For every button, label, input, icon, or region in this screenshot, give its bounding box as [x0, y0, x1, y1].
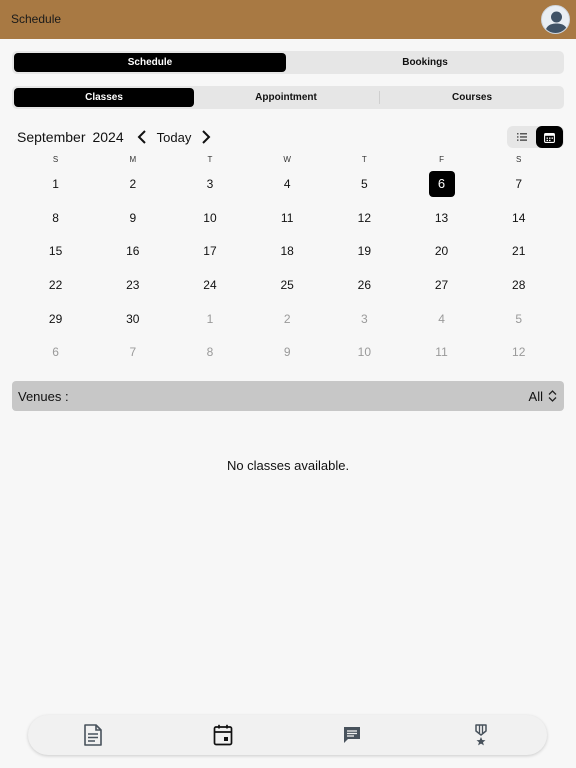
- calendar-week: 22 23 24 25 26 27 28: [17, 268, 557, 302]
- nav-schedule-button[interactable]: [211, 723, 235, 747]
- calendar-day-next-month[interactable]: 7: [94, 335, 171, 369]
- weekday-label: T: [361, 155, 367, 164]
- app-header: Schedule: [0, 0, 576, 39]
- calendar-day[interactable]: 16: [94, 234, 171, 268]
- calendar-week: 1 2 3 4 5 6 7: [17, 167, 557, 201]
- calendar-day[interactable]: 24: [171, 268, 248, 302]
- calendar-day[interactable]: 1: [17, 167, 94, 201]
- calendar-day[interactable]: 4: [249, 167, 326, 201]
- calendar-day[interactable]: 11: [249, 201, 326, 235]
- today-button[interactable]: Today: [157, 130, 192, 145]
- calendar-day[interactable]: 15: [17, 234, 94, 268]
- calendar-day[interactable]: 3: [171, 167, 248, 201]
- calendar-day-next-month[interactable]: 10: [326, 335, 403, 369]
- weekday-label: T: [207, 155, 213, 164]
- calendar-day-next-month[interactable]: 1: [171, 302, 248, 336]
- calendar-day-next-month[interactable]: 12: [480, 335, 557, 369]
- calendar-day[interactable]: 25: [249, 268, 326, 302]
- calendar-day[interactable]: 5: [326, 167, 403, 201]
- weekday-label: F: [439, 155, 444, 164]
- calendar-day[interactable]: 10: [171, 201, 248, 235]
- tab-divider: [379, 91, 380, 104]
- nav-documents-button[interactable]: [81, 723, 105, 747]
- venues-value: All: [528, 389, 543, 404]
- nav-achievements-button[interactable]: [469, 723, 493, 747]
- calendar-day[interactable]: 12: [326, 201, 403, 235]
- calendar-day[interactable]: 17: [171, 234, 248, 268]
- list-view-icon: [516, 133, 527, 141]
- weekday-label: S: [52, 155, 59, 164]
- venues-label: Venues :: [18, 389, 69, 404]
- class-type-tabs: Classes Appointment Courses: [12, 86, 564, 109]
- calendar-day[interactable]: 26: [326, 268, 403, 302]
- medal-icon: [475, 724, 487, 746]
- calendar-day[interactable]: 9: [94, 201, 171, 235]
- calendar-day[interactable]: 18: [249, 234, 326, 268]
- calendar-week: 8 9 10 11 12 13 14: [17, 201, 557, 235]
- calendar-view-icon: [544, 132, 555, 143]
- calendar-day[interactable]: 29: [17, 302, 94, 336]
- chat-icon: [344, 727, 360, 743]
- calendar-icon: [213, 724, 233, 746]
- page-title: Schedule: [11, 12, 62, 26]
- user-avatar-icon[interactable]: [541, 5, 570, 34]
- document-icon: [84, 724, 102, 746]
- calendar-day[interactable]: 28: [480, 268, 557, 302]
- month-calendar: S M T W T F S 1 2 3 4 5 6 7 8 9 10 11 12…: [17, 153, 557, 369]
- calendar-day[interactable]: 22: [17, 268, 94, 302]
- calendar-day[interactable]: 2: [94, 167, 171, 201]
- calendar-day[interactable]: 7: [480, 167, 557, 201]
- chevron-right-icon: [202, 130, 211, 144]
- calendar-day[interactable]: 23: [94, 268, 171, 302]
- calendar-day-next-month[interactable]: 9: [249, 335, 326, 369]
- calendar-day-next-month[interactable]: 3: [326, 302, 403, 336]
- calendar-day-next-month[interactable]: 8: [171, 335, 248, 369]
- calendar-day[interactable]: 21: [480, 234, 557, 268]
- tab-courses[interactable]: Courses: [382, 88, 562, 107]
- weekday-label: W: [283, 155, 291, 164]
- tab-bookings[interactable]: Bookings: [288, 53, 562, 72]
- tab-schedule[interactable]: Schedule: [14, 53, 286, 72]
- chevron-up-down-icon: [548, 390, 557, 402]
- tab-classes[interactable]: Classes: [14, 88, 194, 107]
- calendar-week: 6 7 8 9 10 11 12: [17, 335, 557, 369]
- weekday-label: S: [516, 155, 522, 164]
- view-mode-toggle: [507, 126, 564, 148]
- chevron-left-icon: [137, 130, 146, 144]
- weekday-header: S M T W T F S: [17, 153, 557, 167]
- bottom-navigation: [28, 715, 547, 755]
- calendar-day-next-month[interactable]: 11: [403, 335, 480, 369]
- month-navigator: September 2024 Today: [17, 126, 215, 148]
- calendar-day[interactable]: 13: [403, 201, 480, 235]
- weekday-label: M: [129, 155, 137, 164]
- calendar-day[interactable]: 30: [94, 302, 171, 336]
- next-month-button[interactable]: [197, 128, 215, 146]
- calendar-day-next-month[interactable]: 2: [249, 302, 326, 336]
- calendar-day[interactable]: 20: [403, 234, 480, 268]
- tab-appointment[interactable]: Appointment: [196, 88, 376, 107]
- calendar-day[interactable]: 19: [326, 234, 403, 268]
- calendar-day[interactable]: 8: [17, 201, 94, 235]
- nav-messages-button[interactable]: [340, 723, 364, 747]
- calendar-week: 15 16 17 18 19 20 21: [17, 234, 557, 268]
- calendar-day[interactable]: 27: [403, 268, 480, 302]
- calendar-day-selected[interactable]: 6: [403, 167, 480, 201]
- empty-state-message: No classes available.: [226, 458, 350, 473]
- calendar-day-next-month[interactable]: 5: [480, 302, 557, 336]
- calendar-day-next-month[interactable]: 6: [17, 335, 94, 369]
- calendar-view-button[interactable]: [536, 126, 563, 148]
- calendar-week: 29 30 1 2 3 4 5: [17, 302, 557, 336]
- calendar-day[interactable]: 14: [480, 201, 557, 235]
- month-label: September: [17, 129, 86, 145]
- year-label: 2024: [92, 129, 124, 145]
- venues-selector[interactable]: Venues : All: [12, 381, 564, 411]
- avatar-silhouette-icon: [545, 11, 568, 33]
- list-view-button[interactable]: [508, 126, 535, 148]
- prev-month-button[interactable]: [133, 128, 151, 146]
- calendar-day-next-month[interactable]: 4: [403, 302, 480, 336]
- schedule-bookings-tabs: Schedule Bookings: [12, 51, 564, 74]
